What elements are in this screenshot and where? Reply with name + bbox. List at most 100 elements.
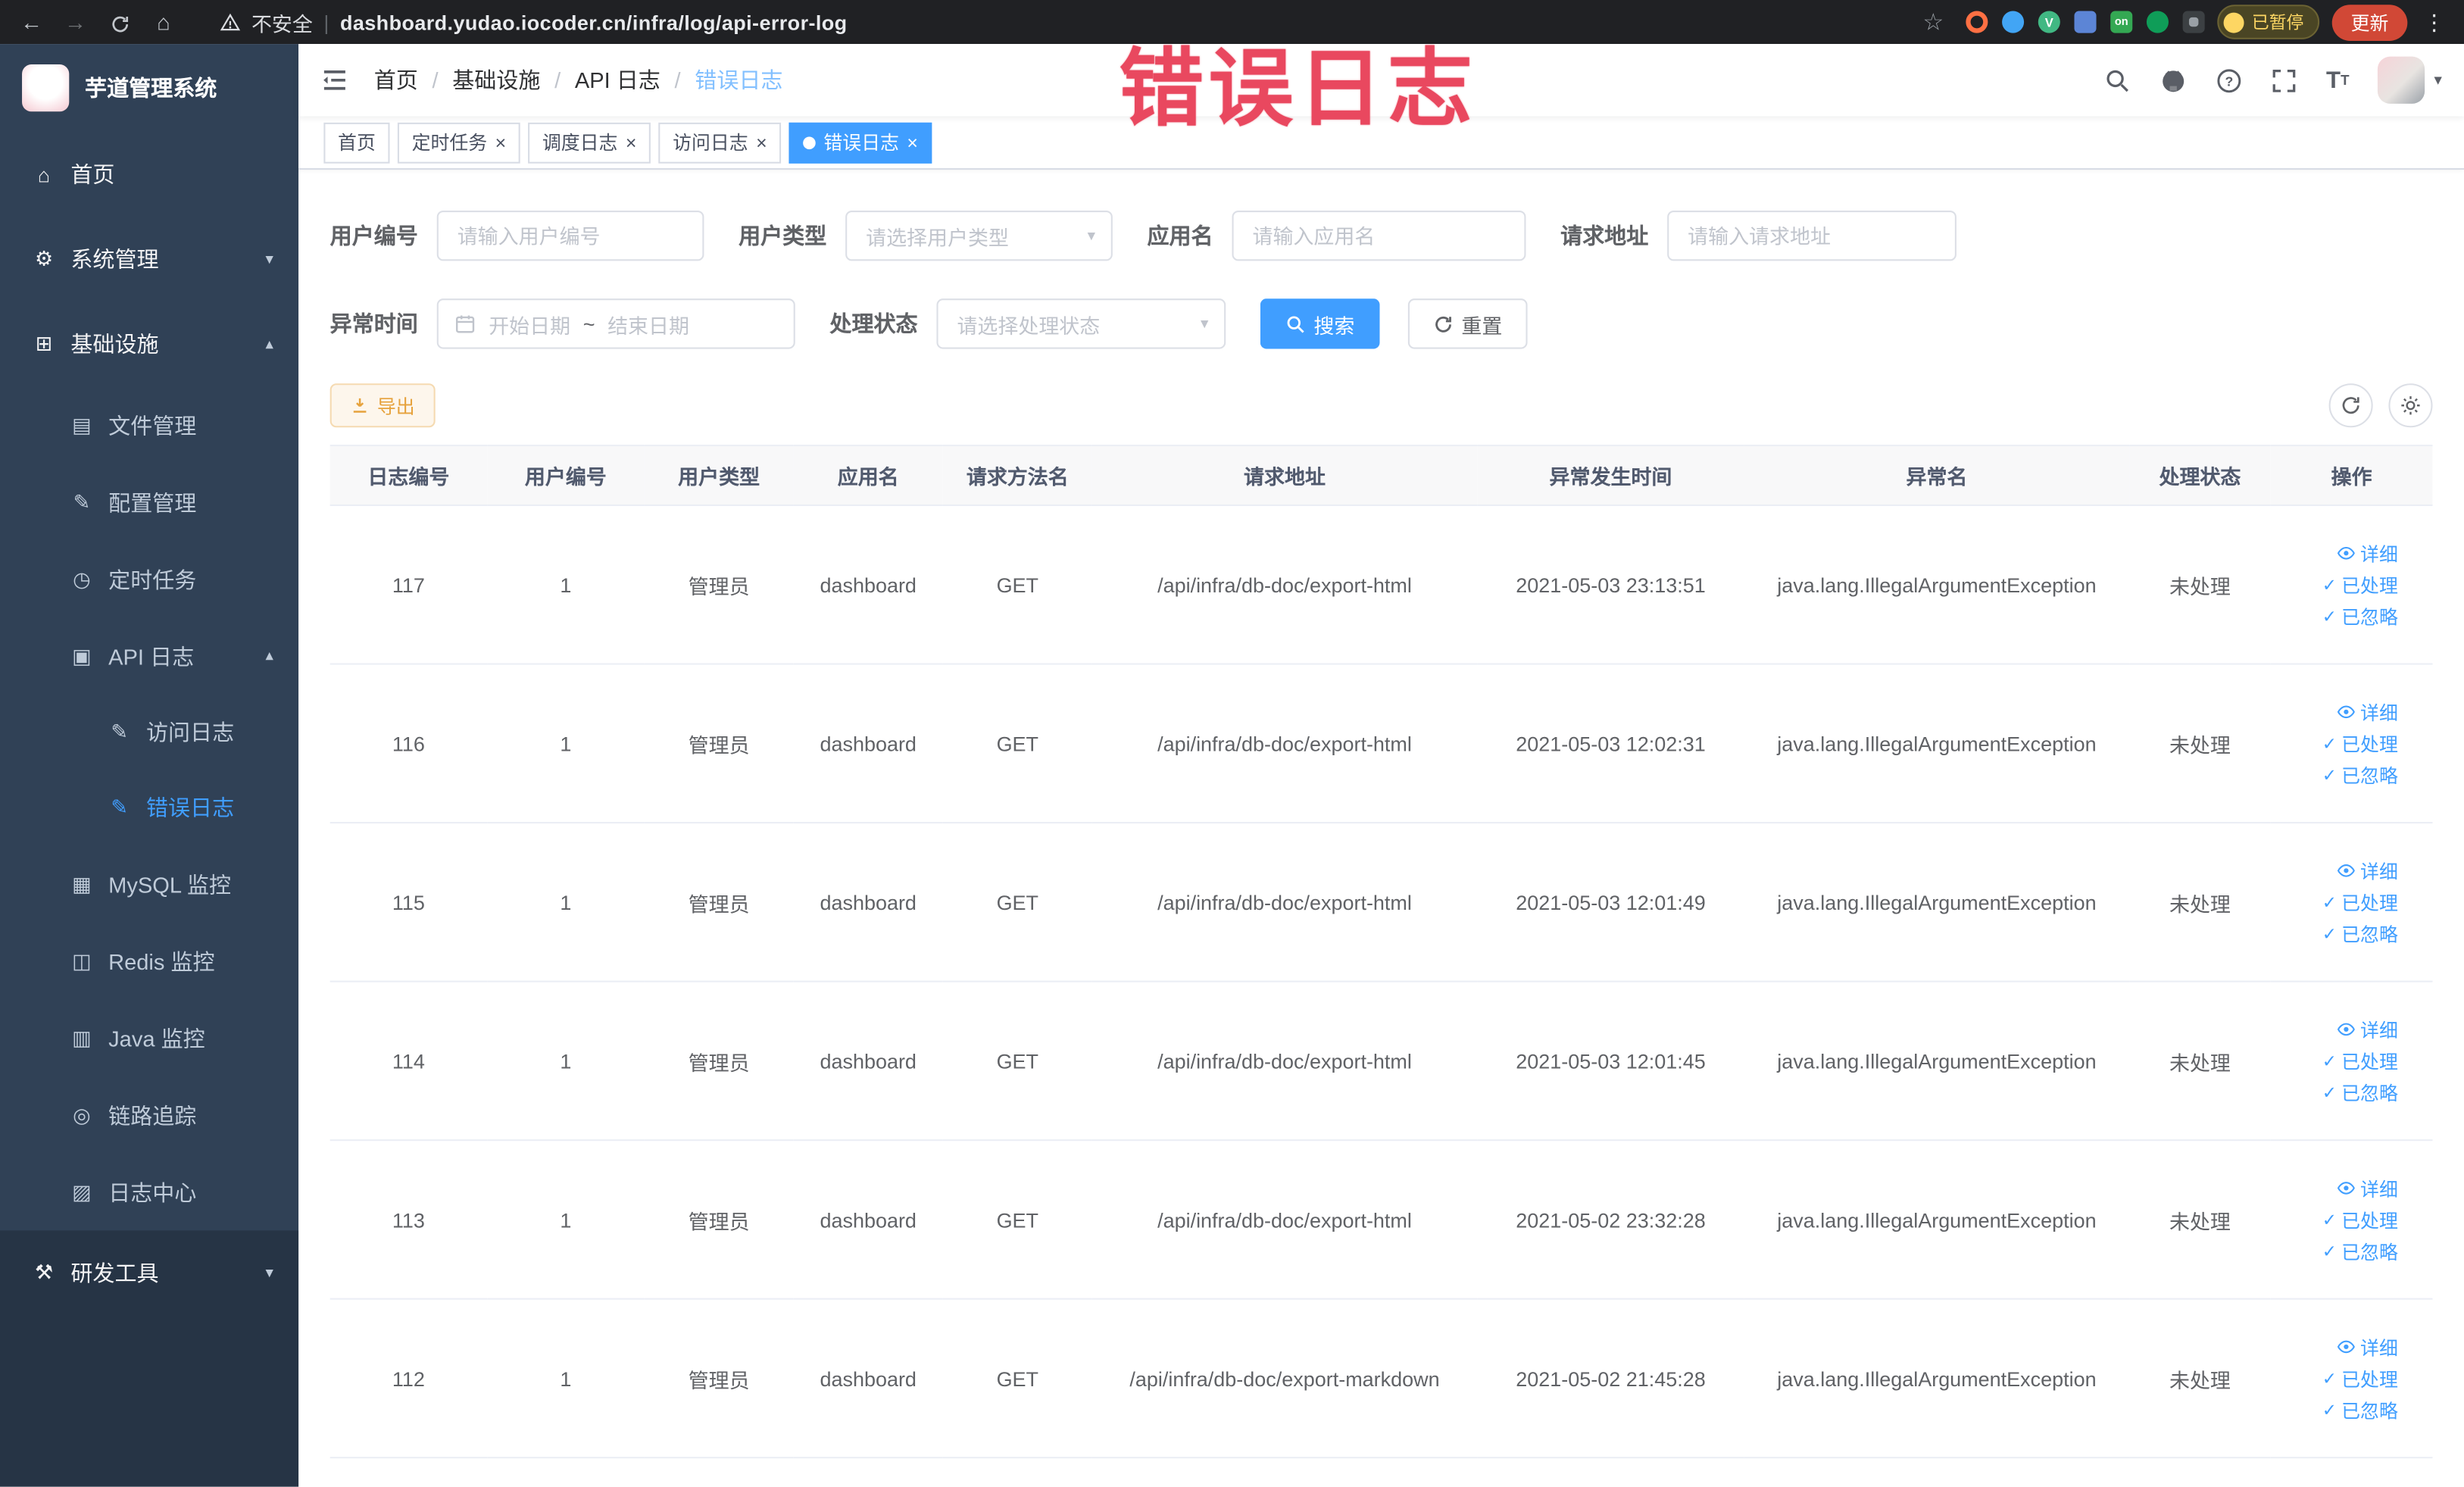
processed-link[interactable]: ✓ 已处理: [2322, 1365, 2398, 1392]
processed-link[interactable]: ✓ 已处理: [2322, 730, 2398, 757]
sidebar-item-label: Java 监控: [108, 1025, 205, 1051]
check-icon: ✓: [2322, 1211, 2337, 1230]
view-tag[interactable]: 定时任务 ×: [397, 121, 520, 163]
sidebar-item-dev-tools[interactable]: ⚒ 研发工具 ▾: [0, 1230, 299, 1316]
forward-icon[interactable]: →: [60, 9, 91, 34]
address-bar[interactable]: 不安全 | dashboard.yudao.iocoder.cn/infra/l…: [192, 7, 1953, 36]
column-header-log-id: 日志编号: [329, 445, 488, 507]
hamburger-icon[interactable]: [320, 66, 348, 94]
close-icon[interactable]: ×: [907, 133, 918, 152]
breadcrumb-item: 错误日志: [695, 67, 783, 93]
close-icon[interactable]: ×: [756, 133, 767, 152]
sidebar-item-config-mgmt[interactable]: ✎ 配置管理: [0, 464, 298, 541]
ignored-link[interactable]: ✓ 已忽略: [2322, 1079, 2398, 1105]
breadcrumb-item[interactable]: 首页: [374, 64, 418, 95]
sidebar-item-access-log[interactable]: ✎ 访问日志: [0, 695, 298, 770]
font-size-icon[interactable]: TT: [2326, 67, 2349, 93]
extension-leaf-icon[interactable]: [2146, 11, 2169, 33]
processed-link[interactable]: ✓ 已处理: [2322, 889, 2398, 915]
ignored-link[interactable]: ✓ 已忽略: [2322, 1396, 2398, 1423]
sidebar-item-infrastructure[interactable]: ⊞ 基础设施 ▴: [0, 301, 298, 386]
breadcrumb-item[interactable]: API 日志: [575, 64, 661, 95]
ignored-link[interactable]: ✓ 已忽略: [2322, 920, 2398, 947]
detail-link[interactable]: 详细: [2337, 698, 2398, 725]
processed-link[interactable]: ✓ 已处理: [2322, 1206, 2398, 1232]
process-status-select[interactable]: 请选择处理状态 ▾: [936, 298, 1226, 349]
sidebar-item-file-mgmt[interactable]: ▤ 文件管理: [0, 386, 298, 464]
detail-link[interactable]: 详细: [2337, 858, 2398, 884]
sidebar-item-log-center[interactable]: ▨ 日志中心: [0, 1154, 298, 1231]
sidebar-item-api-log[interactable]: ▣ API 日志 ▴: [0, 617, 298, 695]
detail-link[interactable]: 详细: [2337, 1016, 2398, 1042]
cell-request-url: /api/infra/db-doc/export-html: [1091, 505, 1478, 665]
sidebar-item-home[interactable]: ⌂ 首页: [0, 132, 298, 217]
github-icon[interactable]: [2160, 66, 2188, 94]
extension-on-icon[interactable]: on: [2110, 11, 2133, 33]
sidebar-item-scheduled-jobs[interactable]: ◷ 定时任务: [0, 541, 298, 618]
export-button[interactable]: 导出: [329, 383, 436, 428]
database-icon: ▦: [72, 871, 92, 895]
close-icon[interactable]: ×: [626, 133, 637, 152]
detail-link[interactable]: 详细: [2337, 540, 2398, 567]
view-tag[interactable]: 访问日志 ×: [658, 121, 782, 163]
extension-blue-icon[interactable]: [2002, 11, 2025, 33]
bookmark-star-icon[interactable]: ☆: [1922, 8, 1953, 36]
extension-ring-icon[interactable]: [1966, 11, 1988, 33]
user-avatar[interactable]: ▾: [2377, 56, 2442, 104]
doc-edit-icon: ✎: [111, 720, 128, 744]
app-logo[interactable]: 芋道管理系统: [0, 44, 298, 132]
help-icon[interactable]: ?: [2216, 67, 2243, 93]
processed-link[interactable]: ✓ 已处理: [2322, 1048, 2398, 1074]
detail-link[interactable]: 详细: [2337, 1175, 2398, 1201]
browser-home-icon[interactable]: ⌂: [148, 9, 179, 34]
user-id-input[interactable]: [436, 210, 704, 261]
date-separator: ~: [582, 311, 595, 336]
search-icon[interactable]: [2105, 67, 2131, 93]
column-settings-icon[interactable]: [2388, 383, 2433, 428]
fullscreen-icon[interactable]: [2271, 67, 2297, 93]
app-name-input[interactable]: [1232, 210, 1526, 261]
reset-button[interactable]: 重置: [1407, 298, 1528, 349]
reload-icon[interactable]: [104, 9, 135, 34]
view-tag[interactable]: 调度日志 ×: [528, 121, 651, 163]
user-type-select[interactable]: 请选择用户类型 ▾: [845, 210, 1113, 261]
cell-exception-name: java.lang.IllegalArgumentException: [1744, 981, 2130, 1142]
active-dot-icon: [803, 136, 816, 149]
detail-link[interactable]: 详细: [2337, 1333, 2398, 1360]
refresh-icon[interactable]: [2328, 383, 2373, 428]
back-icon[interactable]: ←: [16, 9, 47, 34]
ignored-link[interactable]: ✓ 已忽略: [2322, 761, 2398, 788]
action-label: 已处理: [2341, 892, 2398, 914]
close-icon[interactable]: ×: [495, 133, 507, 152]
check-icon: ✓: [2322, 766, 2337, 786]
request-url-input[interactable]: [1667, 210, 1957, 261]
exception-time-range-picker[interactable]: 开始日期 ~ 结束日期: [436, 298, 795, 349]
sidebar-item-trace[interactable]: ◎ 链路追踪: [0, 1076, 298, 1154]
chevron-down-icon: ▾: [2434, 71, 2442, 89]
view-tag[interactable]: 首页: [323, 121, 390, 163]
extensions-puzzle-icon[interactable]: [2182, 11, 2205, 33]
processed-link[interactable]: ✓ 已处理: [2322, 571, 2398, 598]
ignored-link[interactable]: ✓ 已忽略: [2322, 1238, 2398, 1264]
eye-icon: [2337, 1020, 2356, 1039]
paused-badge[interactable]: 已暂停: [2217, 5, 2320, 39]
action-label: 已忽略: [2341, 1399, 2398, 1422]
search-button[interactable]: 搜索: [1260, 298, 1380, 349]
sidebar-item-redis-monitor[interactable]: ◫ Redis 监控: [0, 923, 298, 1000]
action-label: 已忽略: [2341, 605, 2398, 628]
extension-grid-icon[interactable]: [2074, 11, 2097, 33]
sidebar-item-error-log[interactable]: ✎ 错误日志: [0, 770, 298, 846]
extension-vue-icon[interactable]: V: [2038, 11, 2060, 33]
sidebar-item-java-monitor[interactable]: ▥ Java 监控: [0, 999, 298, 1076]
sidebar-item-system-mgmt[interactable]: ⚙ 系统管理 ▾: [0, 217, 298, 301]
cell-exception-name: java.lang.IllegalArgumentException: [1744, 1140, 2130, 1300]
ignored-link[interactable]: ✓ 已忽略: [2322, 603, 2398, 629]
cell-app-name: dashboard: [793, 823, 943, 982]
view-tag[interactable]: 错误日志 ×: [789, 121, 932, 163]
browser-menu-icon[interactable]: ⋮: [2420, 8, 2448, 35]
sidebar-item-mysql-monitor[interactable]: ▦ MySQL 监控: [0, 845, 298, 923]
browser-update-button[interactable]: 更新: [2331, 4, 2408, 40]
error-log-table: 日志编号 用户编号 用户类型 应用名 请求方法名 请求地址 异常发生时间 异常名 处理状态 操作 …: [329, 445, 2433, 1459]
monitor-icon: ▥: [72, 1025, 92, 1049]
breadcrumb-item[interactable]: 基础设施: [452, 64, 540, 95]
